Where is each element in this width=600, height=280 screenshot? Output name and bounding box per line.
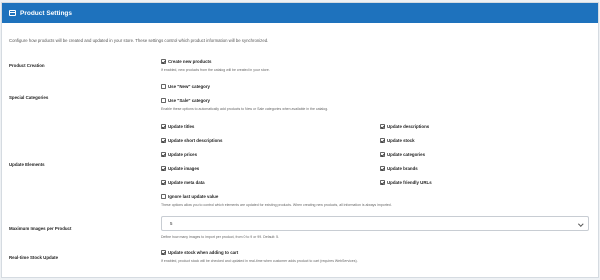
product-creation-label: Product Creation — [9, 63, 45, 68]
update-stock-checkbox[interactable]: Update stock — [380, 138, 415, 143]
update-images-label: Update images — [168, 166, 200, 171]
update-elements-label: Update Elements — [9, 162, 45, 167]
ignore-last-update-label: Ignore last update value — [168, 194, 219, 199]
checkbox-checked-icon[interactable] — [380, 152, 385, 157]
update-titles-label: Update titles — [168, 124, 195, 129]
use-sale-category-label: Use "Sale" category — [168, 98, 210, 103]
checkbox-checked-icon[interactable] — [161, 250, 166, 255]
checkbox-unchecked-icon[interactable] — [161, 194, 166, 199]
special-categories-help: Enable these options to automatically ad… — [161, 107, 329, 111]
max-images-value: 5 — [170, 221, 173, 226]
use-sale-category-checkbox[interactable]: Use "Sale" category — [161, 98, 210, 103]
update-prices-checkbox[interactable]: Update prices — [161, 152, 197, 157]
checkbox-checked-icon[interactable] — [161, 124, 166, 129]
update-stock-on-cart-label: Update stock when adding to cart — [168, 250, 239, 255]
special-categories-label: Special Categories — [9, 95, 49, 100]
checkbox-checked-icon[interactable] — [161, 59, 166, 64]
update-categories-checkbox[interactable]: Update categories — [380, 152, 425, 157]
update-meta-data-label: Update meta data — [168, 180, 205, 185]
intro-text: Configure how products will be created a… — [9, 38, 269, 43]
update-elements-help: These options allow you to control which… — [161, 203, 392, 207]
checkbox-checked-icon[interactable] — [161, 152, 166, 157]
checkbox-checked-icon[interactable] — [161, 138, 166, 143]
update-friendly-urls-label: Update friendly URLs — [387, 180, 432, 185]
update-stock-label: Update stock — [387, 138, 415, 143]
use-new-category-label: Use "New" category — [168, 84, 210, 89]
update-friendly-urls-checkbox[interactable]: Update friendly URLs — [380, 180, 432, 185]
checkbox-checked-icon[interactable] — [161, 180, 166, 185]
chevron-down-icon[interactable] — [578, 220, 584, 226]
update-short-descriptions-label: Update short descriptions — [168, 138, 223, 143]
use-new-category-checkbox[interactable]: Use "New" category — [161, 84, 210, 89]
product-creation-help: If enabled, new products from the catalo… — [161, 68, 270, 72]
update-categories-label: Update categories — [387, 152, 426, 157]
update-short-descriptions-checkbox[interactable]: Update short descriptions — [161, 138, 222, 143]
max-images-select[interactable]: 5 — [161, 216, 589, 231]
product-settings-panel: Product Settings — [1, 2, 599, 278]
ignore-last-update-checkbox[interactable]: Ignore last update value — [161, 194, 218, 199]
checkbox-unchecked-icon[interactable] — [161, 98, 166, 103]
panel-header: Product Settings — [2, 3, 598, 23]
realtime-stock-help: If enabled, product stock will be checke… — [161, 259, 358, 263]
create-new-products-checkbox[interactable]: Create new products — [161, 59, 211, 64]
archive-box-icon — [9, 10, 16, 16]
update-descriptions-checkbox[interactable]: Update descriptions — [380, 124, 429, 129]
update-brands-label: Update brands — [387, 166, 418, 171]
realtime-stock-label: Real-time Stock Update — [9, 255, 59, 260]
update-prices-label: Update prices — [168, 152, 198, 157]
update-descriptions-label: Update descriptions — [387, 124, 430, 129]
max-images-label: Maximum Images per Product — [9, 226, 72, 231]
update-brands-checkbox[interactable]: Update brands — [380, 166, 418, 171]
create-new-products-label: Create new products — [168, 59, 212, 64]
checkbox-checked-icon[interactable] — [380, 166, 385, 171]
update-titles-checkbox[interactable]: Update titles — [161, 124, 194, 129]
checkbox-checked-icon[interactable] — [380, 138, 385, 143]
checkbox-checked-icon[interactable] — [380, 180, 385, 185]
update-stock-on-cart-checkbox[interactable]: Update stock when adding to cart — [161, 250, 238, 255]
panel-title: Product Settings — [20, 9, 73, 17]
update-images-checkbox[interactable]: Update images — [161, 166, 199, 171]
max-images-help: Define how many images to import per pro… — [161, 235, 280, 239]
checkbox-unchecked-icon[interactable] — [161, 84, 166, 89]
checkbox-checked-icon[interactable] — [380, 124, 385, 129]
checkbox-checked-icon[interactable] — [161, 166, 166, 171]
update-meta-data-checkbox[interactable]: Update meta data — [161, 180, 205, 185]
